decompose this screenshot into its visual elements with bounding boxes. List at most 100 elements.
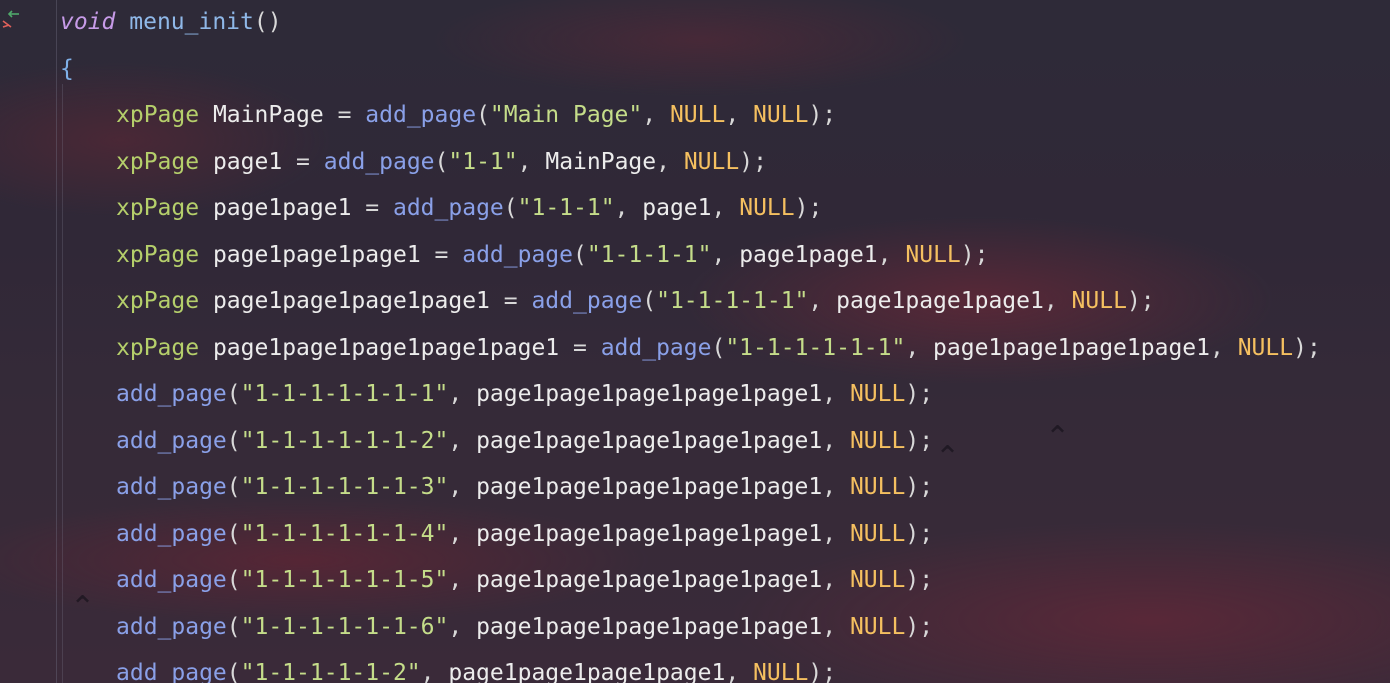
- comma-token: ,: [905, 334, 934, 361]
- code-line[interactable]: void menu_init(): [60, 0, 1321, 47]
- comma-token: ,: [877, 241, 906, 268]
- paren-token: );: [1293, 334, 1321, 361]
- paren-token: (: [226, 520, 241, 547]
- null-token: NULL: [739, 195, 795, 221]
- code-line[interactable]: add_page("1-1-1-1-1-1-2", page1page1page…: [60, 419, 1321, 466]
- paren-token: );: [794, 195, 823, 221]
- argument-token: page1: [642, 195, 712, 221]
- string-token: "1-1-1-1-1-2": [240, 660, 421, 683]
- paren-token: );: [905, 520, 934, 547]
- code-line[interactable]: xpPage page1page1page1 = add_page("1-1-1…: [60, 233, 1321, 280]
- comma-token: ,: [448, 567, 477, 593]
- null-token: NULL: [849, 381, 906, 407]
- argument-token: page1page1page1page1: [448, 660, 726, 683]
- function-call-token: add_page: [116, 660, 227, 683]
- code-line[interactable]: add_page("1-1-1-1-1-1-3", page1page1page…: [60, 465, 1321, 512]
- string-token: "1-1-1-1-1-1-3": [240, 474, 449, 500]
- paren-token: (: [503, 195, 518, 221]
- function-call-token: add_page: [116, 613, 227, 640]
- comma-token: ,: [448, 474, 477, 500]
- string-token: "1-1-1-1": [586, 241, 712, 268]
- code-line[interactable]: xpPage MainPage = add_page("Main Page", …: [60, 93, 1321, 140]
- code-line[interactable]: xpPage page1page1page1page1page1 = add_p…: [60, 326, 1321, 373]
- string-token: "1-1-1-1-1-1-1": [240, 381, 449, 407]
- null-token: NULL: [1071, 288, 1127, 314]
- function-call-token: add_page: [365, 102, 477, 128]
- paren-token: (: [711, 334, 726, 361]
- argument-token: page1page1page1page1page1: [476, 613, 823, 640]
- function-call-token: add_page: [116, 427, 227, 454]
- null-token: NULL: [683, 148, 740, 175]
- argument-token: page1page1page1page1page1: [476, 567, 823, 593]
- null-token: NULL: [849, 427, 906, 454]
- paren-token: );: [739, 148, 767, 175]
- paren-token: );: [905, 427, 934, 454]
- function-name-token: menu_init: [129, 9, 254, 35]
- code-editor[interactable]: void menu_init() {xpPage MainPage = add_p…: [60, 0, 1321, 683]
- keyword-token: void: [60, 9, 116, 35]
- argument-token: NULL: [669, 102, 726, 128]
- code-line[interactable]: add_page("1-1-1-1-1-1-1", page1page1page…: [60, 372, 1321, 419]
- code-line[interactable]: xpPage page1 = add_page("1-1", MainPage,…: [60, 140, 1321, 187]
- string-token: "1-1-1-1-1-1-5": [240, 567, 449, 593]
- function-call-token: add_page: [323, 148, 435, 175]
- type-token: xpPage: [116, 148, 200, 175]
- operator-token: =: [282, 148, 324, 175]
- comma-token: ,: [711, 195, 740, 221]
- paren-token: );: [905, 613, 934, 640]
- string-token: "1-1": [448, 148, 518, 175]
- paren-token: );: [905, 381, 934, 407]
- argument-token: page1page1page1page1: [933, 334, 1210, 361]
- type-token: xpPage: [116, 195, 200, 221]
- function-call-token: add_page: [116, 381, 227, 407]
- paren-token: (: [434, 148, 449, 175]
- comma-token: ,: [725, 660, 754, 683]
- string-token: "1-1-1-1-1-1-2": [240, 427, 449, 454]
- code-line[interactable]: add_page("1-1-1-1-1-1-5", page1page1page…: [60, 558, 1321, 605]
- comma-token: ,: [822, 613, 850, 640]
- null-token: NULL: [1237, 334, 1294, 361]
- recursive-call-icon[interactable]: [0, 6, 22, 30]
- operator-token: =: [420, 241, 463, 268]
- comma-token: ,: [448, 427, 477, 454]
- variable-token: page1page1: [212, 195, 352, 221]
- comma-token: ,: [822, 567, 850, 593]
- comma-token: ,: [711, 241, 740, 268]
- comma-token: ,: [448, 381, 477, 407]
- code-line[interactable]: xpPage page1page1page1page1 = add_page("…: [60, 279, 1321, 326]
- comma-token: ,: [448, 613, 477, 640]
- paren-token: (: [226, 660, 241, 683]
- paren-token: (: [226, 381, 241, 407]
- argument-token: page1page1page1: [836, 288, 1044, 314]
- code-line[interactable]: add_page("1-1-1-1-1-1-4", page1page1page…: [60, 512, 1321, 559]
- comma-token: ,: [1210, 334, 1238, 361]
- code-line[interactable]: xpPage page1page1 = add_page("1-1-1", pa…: [60, 186, 1321, 233]
- type-token: xpPage: [116, 241, 200, 268]
- paren-token: );: [905, 567, 934, 593]
- comma-token: ,: [642, 102, 670, 128]
- paren-token: );: [808, 660, 837, 683]
- function-call-token: add_page: [116, 520, 227, 547]
- argument-token: page1page1page1page1page1: [476, 520, 823, 547]
- variable-token: MainPage: [212, 102, 324, 128]
- null-token: NULL: [753, 102, 809, 128]
- null-token: NULL: [753, 660, 809, 683]
- function-call-token: add_page: [392, 195, 504, 221]
- code-line[interactable]: add_page("1-1-1-1-1-1-6", page1page1page…: [60, 605, 1321, 652]
- string-token: "1-1-1-1-1-1-4": [240, 520, 449, 547]
- variable-token: page1page1page1: [212, 241, 421, 268]
- null-token: NULL: [849, 474, 906, 500]
- function-call-token: add_page: [116, 567, 227, 593]
- comma-token: ,: [725, 102, 754, 128]
- editor-gutter: [0, 0, 56, 683]
- code-line[interactable]: {: [60, 47, 1321, 94]
- paren-token: (: [642, 288, 657, 314]
- argument-token: MainPage: [545, 148, 657, 175]
- argument-token: page1page1: [739, 241, 878, 268]
- code-line[interactable]: add_page("1-1-1-1-1-2", page1page1page1p…: [60, 651, 1321, 683]
